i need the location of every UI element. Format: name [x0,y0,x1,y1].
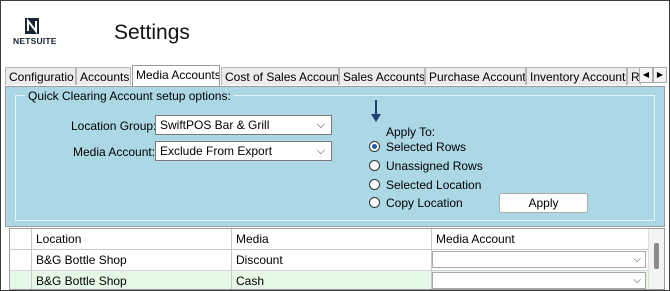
cell-location: B&G Bottle Shop [32,250,232,270]
apply-button[interactable]: Apply [499,193,588,213]
radio-label: Unassigned Rows [386,159,483,173]
chevron-right-icon: ▶ [656,70,664,79]
tab-configuration[interactable]: Configuratio [5,67,76,85]
column-header-location[interactable]: Location [32,229,232,249]
cell-media-account-dropdown[interactable]: ⌵ [432,251,646,268]
logo-text: NETSUITE [13,36,57,46]
tab-media-accounts[interactable]: Media Accounts [132,65,220,86]
radio-unchecked-icon [369,197,380,208]
column-header-media-account[interactable]: Media Account [432,229,650,249]
table-row[interactable]: B&G Bottle Shop Discount ⌵ [10,250,664,271]
row-selector[interactable] [10,250,32,270]
group-legend: Quick Clearing Account setup options: [25,89,234,103]
table-row[interactable]: B&G Bottle Shop Cash ⌵ [10,271,664,289]
tab-sales-accounts[interactable]: Sales Accounts [339,67,425,85]
location-group-select[interactable]: SwiftPOS Bar & Grill ⌵ [155,115,332,135]
chevron-down-icon: ⌵ [633,275,641,286]
tab-scroll-left-button[interactable]: ◀ [639,67,653,83]
radio-label: Selected Rows [386,140,467,154]
radio-checked-icon [369,141,380,152]
grid-vertical-scrollbar[interactable] [648,229,664,289]
tab-cost-of-sales-account[interactable]: Cost of Sales Account [221,67,339,85]
apply-to-label: Apply To: [386,125,436,139]
chevron-down-icon: ⌵ [633,254,641,265]
chevron-down-icon: ⌵ [316,119,325,131]
media-account-value: Exclude From Export [160,144,273,158]
tab-scroll-right-button[interactable]: ▶ [653,67,667,83]
media-account-label: Media Account: [73,145,156,159]
radio-unchecked-icon [369,160,380,171]
cell-media: Cash [232,271,432,289]
netsuite-logo: NETSUITE [13,18,57,48]
tab-purchase-account[interactable]: Purchase Account [425,67,526,85]
location-group-value: SwiftPOS Bar & Grill [160,118,270,132]
scrollbar-thumb[interactable] [654,243,659,269]
media-account-select[interactable]: Exclude From Export ⌵ [155,141,332,161]
netsuite-logo-icon [25,18,39,34]
cell-location: B&G Bottle Shop [32,271,232,289]
grid-header: Location Media Media Account [10,229,664,250]
chevron-left-icon: ◀ [642,70,650,79]
chevron-down-icon: ⌵ [316,145,325,157]
column-header-media[interactable]: Media [232,229,432,249]
page-title: Settings [114,21,190,44]
radio-unchecked-icon [369,179,380,190]
media-accounts-grid: Location Media Media Account B&G Bottle … [9,228,665,290]
arrow-down-icon [371,100,381,122]
radio-label: Copy Location [386,196,463,210]
radio-label: Selected Location [386,178,482,192]
cell-media: Discount [232,250,432,270]
settings-window: NETSUITE Settings Configuratio Accounts … [0,0,670,291]
tab-bar: Configuratio Accounts Media Accounts Cos… [5,65,653,86]
tab-accounts[interactable]: Accounts [76,67,131,85]
location-group-label: Location Group: [71,119,157,133]
row-selector[interactable] [10,271,32,289]
row-header-cell [10,229,32,249]
tab-inventory-accounts[interactable]: Inventory Accounts [526,67,627,85]
cell-media-account-dropdown[interactable]: ⌵ [432,272,646,289]
